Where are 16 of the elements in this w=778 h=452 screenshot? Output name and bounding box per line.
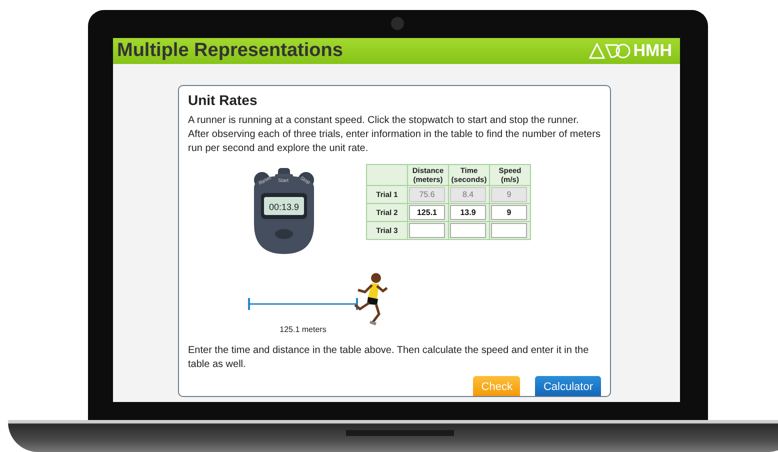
distance-label: 125.1 meters (280, 325, 326, 334)
camera-icon (391, 17, 404, 30)
activity-title: Unit Rates (188, 92, 258, 108)
stopwatch-display: 00:13.9 (264, 197, 304, 215)
action-button[interactable]: Calculator (535, 376, 601, 396)
intro-paragraph: A runner is running at a constant speed. Click the stopwatch to start and stop the runner. After observing each of three trials, enter information in the table to find the number of meters run per second and explore the unit rate. (188, 114, 601, 156)
input-field[interactable] (450, 223, 486, 238)
input-field[interactable]: 9 (491, 205, 527, 220)
input-field[interactable] (491, 223, 527, 238)
instructions-paragraph: Enter the time and distance in the table above. Then calculate the speed and enter it in the table as well. (188, 344, 590, 372)
logo-text: HMH (633, 41, 672, 61)
input-field[interactable] (409, 223, 445, 238)
page-title: Multiple Representations (117, 40, 343, 62)
input-field[interactable]: 125.1 (409, 205, 445, 220)
shapes-logo-icon (589, 43, 632, 59)
input-field[interactable]: 13.9 (450, 205, 486, 220)
